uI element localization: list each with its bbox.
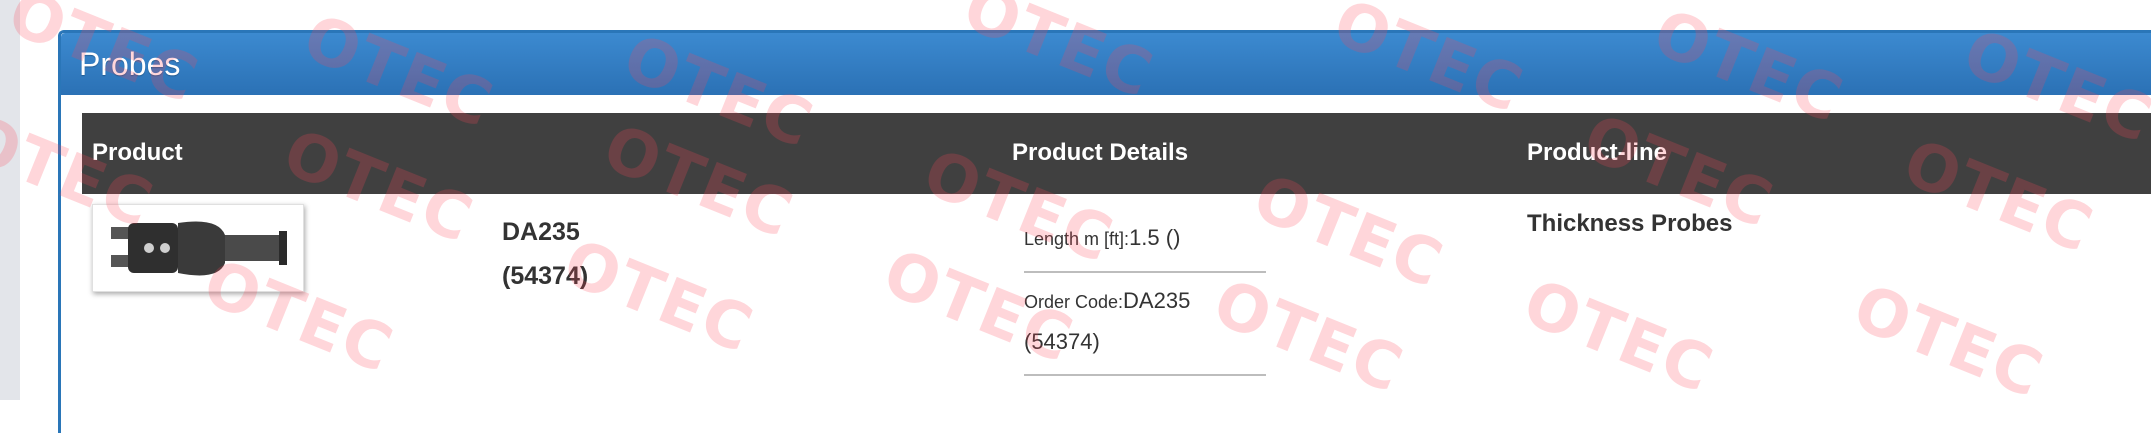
panel-title: Probes (79, 45, 181, 82)
column-header-product-line[interactable]: Product-line (1527, 139, 1667, 167)
product-name-model: DA235 (502, 218, 580, 246)
product-name-code: (54374) (502, 262, 589, 290)
product-line[interactable]: Thickness Probes (1527, 210, 1732, 238)
column-header-product-details[interactable]: Product Details (1012, 139, 1188, 167)
detail-length-key: Length m [ft]: (1024, 229, 1130, 249)
detail-order-code-value: DA235 (1123, 288, 1191, 313)
detail-order-code-value-2: (54374) (1024, 329, 1100, 354)
detail-length-value: 1.5 () (1129, 225, 1181, 250)
table-row: DA235 (54374) Length m [ft]:1.5 () Order… (82, 194, 2151, 394)
product-details: Length m [ft]:1.5 () Order Code:DA235 (5… (1024, 210, 1266, 376)
detail-order-code: Order Code:DA235 (54374) (1024, 273, 1266, 376)
product-thumbnail[interactable] (92, 204, 304, 292)
page-gutter (0, 0, 20, 400)
detail-order-code-key: Order Code: (1024, 292, 1124, 312)
panel-header: Probes (61, 33, 2151, 95)
product-name[interactable]: DA235 (54374) (502, 210, 588, 298)
detail-length: Length m [ft]:1.5 () (1024, 210, 1266, 273)
table-header-row: Product Product Details Product-line (82, 113, 2151, 194)
column-header-product[interactable]: Product (92, 139, 183, 167)
probe-connector-icon (111, 221, 287, 276)
products-table: Product Product Details Product-line DA2… (82, 113, 2151, 394)
